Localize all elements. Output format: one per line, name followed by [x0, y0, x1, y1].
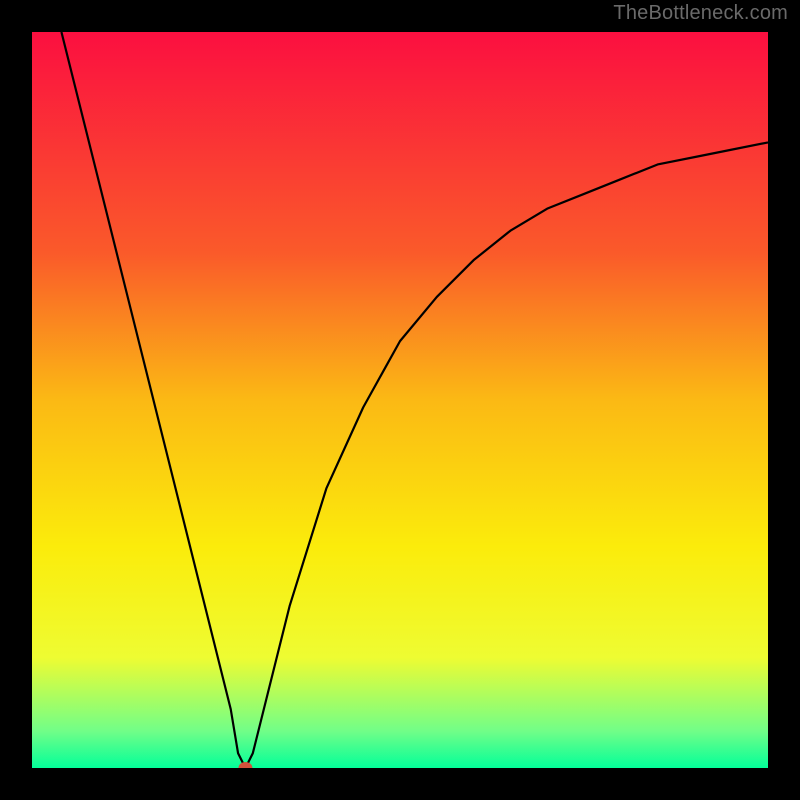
- watermark-text: TheBottleneck.com: [613, 2, 788, 25]
- plot-background: [32, 32, 768, 768]
- chart-container: TheBottleneck.com: [0, 0, 800, 800]
- bottleneck-chart: [0, 0, 800, 800]
